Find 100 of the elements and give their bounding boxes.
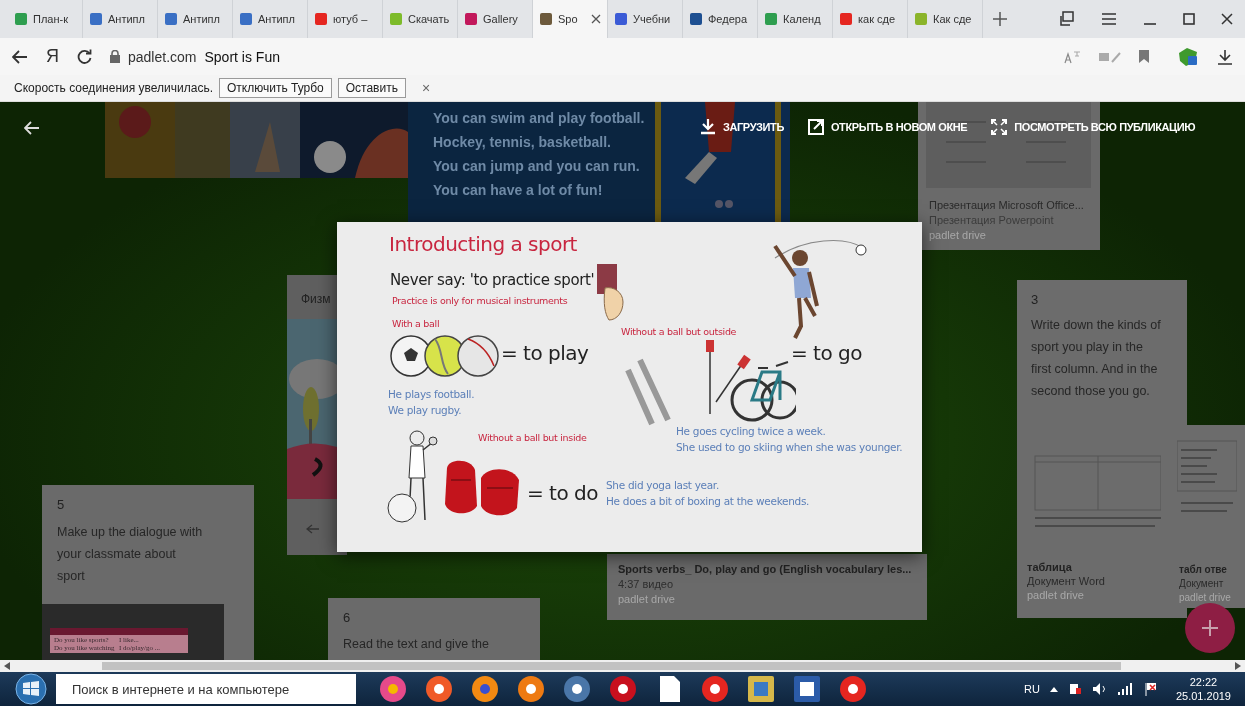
card-title: Физм bbox=[301, 292, 331, 306]
poem-line: You can swim and play football. bbox=[433, 109, 646, 128]
notification-button[interactable]: Оставить bbox=[337, 78, 406, 98]
extension-icon[interactable] bbox=[1177, 46, 1199, 67]
card-number: 6 bbox=[343, 609, 352, 627]
favicon-icon bbox=[14, 12, 28, 26]
reload-icon[interactable] bbox=[77, 49, 92, 64]
clock-date: 25.01.2019 bbox=[1175, 689, 1231, 703]
close-button[interactable]: × bbox=[421, 80, 431, 96]
favicon-icon bbox=[314, 12, 328, 26]
verb-label: = to go bbox=[791, 341, 862, 365]
fullscreen-button[interactable]: ПОСМОТРЕТЬ ВСЮ ПУБЛИКАЦИЮ bbox=[991, 119, 1196, 135]
video-title: Sports verbs_ Do, play and go (English vocabulary les... bbox=[618, 562, 913, 577]
tray-arrow-icon[interactable] bbox=[1049, 686, 1058, 692]
favicon-icon bbox=[839, 12, 853, 26]
app-icon[interactable] bbox=[838, 674, 868, 704]
file-type: Документ bbox=[1179, 577, 1224, 591]
clock-time: 22:22 bbox=[1189, 675, 1218, 689]
card-text: Read the text and give the bbox=[343, 636, 490, 653]
example-sentence: He plays football. bbox=[388, 388, 475, 400]
poem-line: You can jump and you can run. bbox=[433, 157, 641, 176]
add-button[interactable] bbox=[1185, 603, 1235, 653]
translate-icon[interactable] bbox=[1063, 49, 1081, 64]
download-button[interactable]: ЗАГРУЗИТЬ bbox=[700, 119, 784, 135]
back-icon[interactable] bbox=[12, 49, 28, 64]
app-icon[interactable] bbox=[424, 674, 454, 704]
scroll-left-icon[interactable] bbox=[4, 662, 10, 670]
app-icon[interactable] bbox=[516, 674, 546, 704]
file-source: padlet drive bbox=[1179, 591, 1231, 605]
app-icon[interactable] bbox=[470, 674, 500, 704]
poem-line: You can have a lot of fun! bbox=[433, 181, 604, 200]
file-source: padlet drive bbox=[929, 228, 986, 243]
favicon-icon bbox=[464, 12, 478, 26]
card-number: 3 bbox=[1031, 291, 1040, 309]
card-text: Write down the kinds of sport you play in the first column. And in the second those you go. bbox=[1031, 317, 1162, 400]
favicon-icon bbox=[164, 12, 178, 26]
volume-icon[interactable] bbox=[1091, 682, 1108, 696]
slide-title: Introducting a sport bbox=[389, 232, 577, 256]
file-source: padlet drive bbox=[618, 592, 676, 607]
favicon-icon bbox=[614, 12, 628, 26]
example-sentence: She did yoga last year. bbox=[606, 479, 719, 491]
verb-label: = to do bbox=[527, 481, 598, 505]
favicon-icon bbox=[539, 12, 553, 26]
scroll-right-icon[interactable] bbox=[1235, 662, 1241, 670]
app-icon[interactable] bbox=[700, 674, 730, 704]
slide-rule: Never say: 'to practice sport' bbox=[390, 271, 595, 289]
bookmark-icon[interactable] bbox=[1139, 50, 1149, 63]
slide-note: Practice is only for musical instruments bbox=[392, 295, 568, 306]
app-icon[interactable] bbox=[562, 674, 592, 704]
open-button[interactable]: ОТКРЫТЬ В НОВОМ ОКНЕ bbox=[807, 119, 968, 135]
close-icon[interactable] bbox=[591, 14, 601, 24]
favicon-icon bbox=[914, 12, 928, 26]
page-title: Sport is Fun bbox=[204, 48, 280, 65]
new-tab-icon[interactable] bbox=[993, 12, 1007, 26]
favicon-icon bbox=[764, 12, 778, 26]
favicon-icon bbox=[89, 12, 103, 26]
notification-text: Скорость соединения увеличилась. bbox=[14, 81, 213, 95]
category-label: Without a ball but inside bbox=[478, 432, 587, 443]
app-icon[interactable] bbox=[792, 674, 822, 704]
lock-icon bbox=[110, 50, 120, 63]
maximize-icon[interactable] bbox=[1183, 13, 1195, 25]
app-icon[interactable] bbox=[378, 674, 408, 704]
search-field[interactable]: Поиск в интернете и на компьютере bbox=[56, 674, 356, 704]
file-type: Документ Word bbox=[1027, 574, 1105, 589]
language-indicator[interactable]: RU bbox=[1024, 683, 1040, 695]
menu-icon[interactable] bbox=[1101, 12, 1117, 26]
start-button[interactable] bbox=[14, 673, 48, 705]
notification-button[interactable]: Отключить Турбо bbox=[219, 78, 332, 98]
home-button[interactable]: Я bbox=[46, 46, 59, 67]
favicon-icon bbox=[689, 12, 703, 26]
scrollbar-thumb[interactable] bbox=[102, 662, 1121, 670]
close-icon[interactable] bbox=[1221, 13, 1233, 25]
verb-label: = to play bbox=[501, 341, 589, 365]
example-sentence: He goes cycling twice a week. bbox=[676, 425, 826, 437]
app-icon[interactable] bbox=[746, 674, 776, 704]
external-link-icon bbox=[807, 119, 824, 135]
file-title: Презентация Microsoft Office... bbox=[929, 198, 1084, 213]
file-source: padlet drive bbox=[1027, 588, 1084, 603]
signal-icon[interactable] bbox=[1117, 683, 1134, 695]
download-icon bbox=[700, 119, 716, 135]
category-label: With a ball bbox=[392, 318, 440, 329]
fullscreen-icon bbox=[991, 119, 1008, 135]
file-title: табл отве bbox=[1179, 563, 1227, 577]
url-domain[interactable]: padlet.com bbox=[128, 48, 197, 65]
video-meta: 4:37 видео bbox=[618, 577, 675, 592]
poem-line: Hockey, tennis, basketball. bbox=[433, 133, 612, 152]
app-icon[interactable] bbox=[608, 674, 638, 704]
example-sentence: He does a bit of boxing at the weekends. bbox=[606, 495, 810, 507]
flag-icon[interactable] bbox=[1143, 682, 1158, 696]
card-number: 5 bbox=[57, 496, 66, 514]
favicon-icon bbox=[239, 12, 253, 26]
example-sentence: We play rugby. bbox=[388, 404, 462, 416]
example-sentence: She used to go skiing when she was younger. bbox=[676, 441, 903, 453]
download-icon[interactable] bbox=[1217, 48, 1233, 65]
network-icon[interactable] bbox=[1067, 682, 1082, 696]
favicon-icon bbox=[389, 12, 403, 26]
card-text: Make up the dialogue with your classmate about sport bbox=[57, 524, 204, 585]
browser-tab[interactable]: Spo bbox=[533, 0, 608, 38]
tabs-icon[interactable] bbox=[1059, 11, 1075, 27]
penalty-card-hand-drawing bbox=[595, 264, 627, 322]
